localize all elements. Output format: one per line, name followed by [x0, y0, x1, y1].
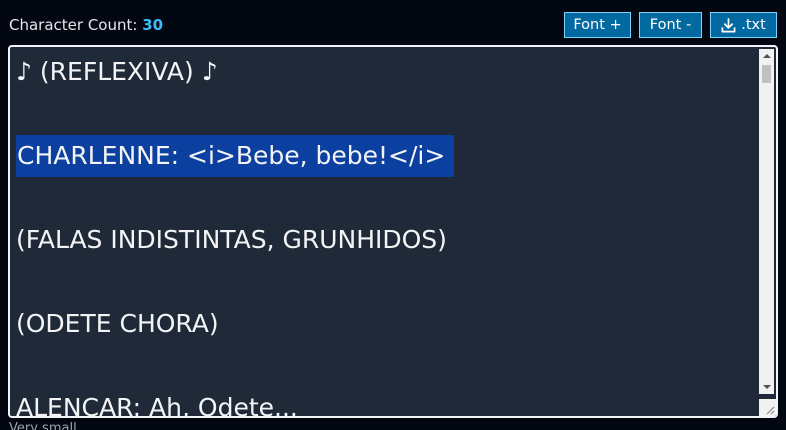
- character-count: Character Count: 30: [9, 16, 163, 34]
- text-line: (FALAS INDISTINTAS, GRUNHIDOS): [16, 219, 754, 261]
- font-increase-button[interactable]: Font +: [564, 12, 631, 38]
- textarea-content: ♪ (REFLEXIVA) ♪ CHARLENNE: <i>Bebe, bebe!…: [16, 51, 754, 418]
- text-line: [16, 177, 754, 219]
- download-label: .txt: [741, 17, 766, 33]
- text-line-content: (FALAS INDISTINTAS, GRUNHIDOS): [16, 225, 447, 254]
- character-count-value: 30: [142, 16, 164, 34]
- character-count-label: Character Count:: [9, 16, 138, 34]
- scroll-down-icon[interactable]: [759, 380, 774, 394]
- text-line: ALENCAR: Ah, Odete...: [16, 387, 754, 418]
- scroll-up-icon[interactable]: [759, 49, 774, 63]
- text-line: [16, 261, 754, 303]
- text-line: (ODETE CHORA): [16, 303, 754, 345]
- font-decrease-button[interactable]: Font -: [639, 12, 702, 38]
- font-decrease-label: Font -: [649, 17, 692, 33]
- download-txt-button[interactable]: .txt: [710, 12, 777, 38]
- resize-grip-icon[interactable]: [759, 399, 776, 416]
- selected-text-line: CHARLENNE: <i>Bebe, bebe!</i>: [16, 135, 754, 177]
- text-line-content: ♪ (REFLEXIVA) ♪: [16, 57, 218, 86]
- toolbar: Character Count: 30 Font + Font - .txt: [0, 0, 786, 46]
- download-icon: [721, 17, 736, 33]
- text-line-content: (ODETE CHORA): [16, 309, 219, 338]
- font-increase-label: Font +: [573, 17, 622, 33]
- text-line: [16, 345, 754, 387]
- vertical-scrollbar[interactable]: [759, 49, 774, 394]
- text-line-content: CHARLENNE: <i>Bebe, bebe!</i>: [16, 135, 455, 177]
- text-line: [16, 93, 754, 135]
- text-line: ♪ (REFLEXIVA) ♪: [16, 51, 754, 93]
- text-line-content: ALENCAR: Ah, Odete...: [16, 393, 298, 418]
- scrollbar-thumb[interactable]: [762, 65, 771, 83]
- subtitle-textarea[interactable]: ♪ (REFLEXIVA) ♪ CHARLENNE: <i>Bebe, bebe!…: [8, 45, 778, 418]
- footer-text: Very small: [9, 421, 77, 430]
